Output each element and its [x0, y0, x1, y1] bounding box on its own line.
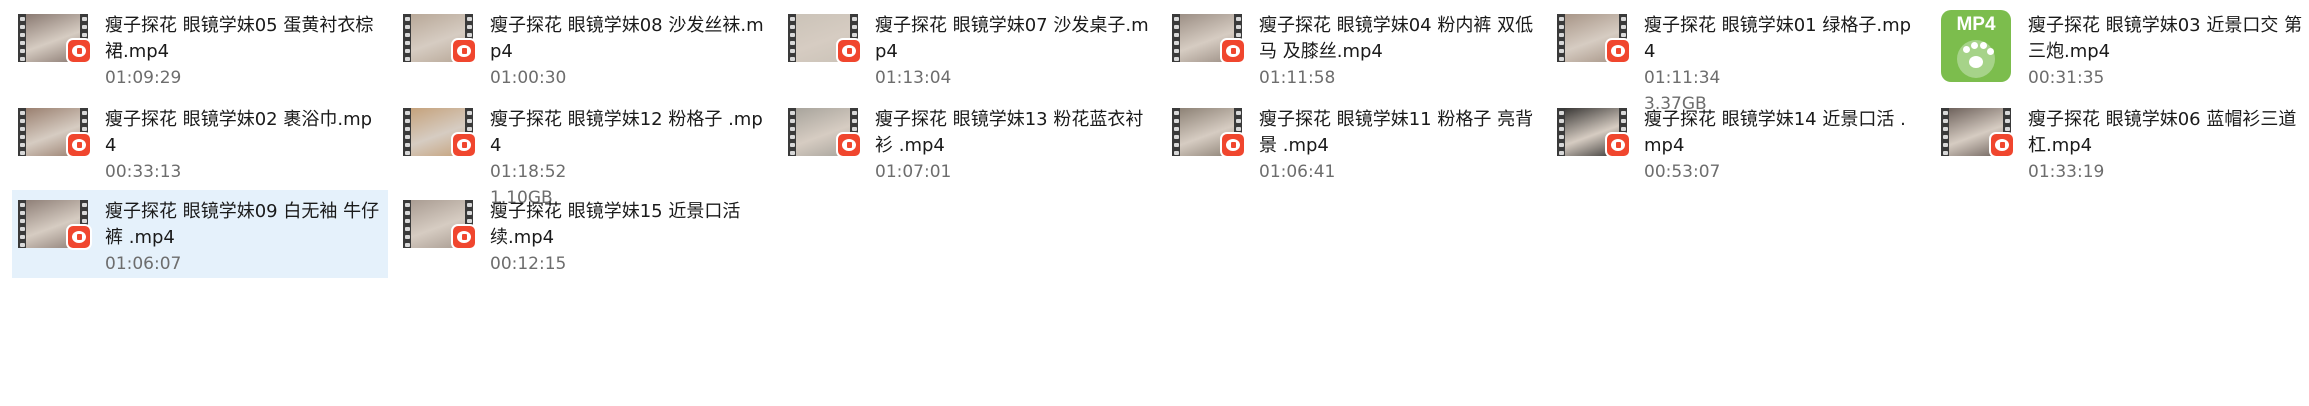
- file-item[interactable]: 瘦子探花 眼镜学妹15 近景口活 续.mp4 00:12:15: [397, 190, 773, 278]
- player-badge-icon: [451, 38, 477, 64]
- file-name: 瘦子探花 眼镜学妹12 粉格子 .mp4: [490, 109, 763, 156]
- file-name: 瘦子探花 眼镜学妹15 近景口活 续.mp4: [490, 201, 741, 248]
- file-item[interactable]: MP4 瘦子探花 眼镜学妹03 近景口交 第三炮.mp4 00:31:35: [1935, 4, 2309, 92]
- file-name: 瘦子探花 眼镜学妹14 近景口活 .mp4: [1644, 109, 1906, 156]
- file-item[interactable]: 瘦子探花 眼镜学妹04 粉内裤 双低马 及膝丝.mp4 01:11:58: [1166, 4, 1542, 92]
- player-badge-icon: [451, 132, 477, 158]
- file-duration: 01:11:58: [1259, 68, 1336, 88]
- file-item[interactable]: 瘦子探花 眼镜学妹02 裹浴巾.mp400:33:131.56GB: [12, 98, 388, 208]
- player-badge-icon: [1220, 132, 1246, 158]
- file-grid: 瘦子探花 眼镜学妹05 蛋黄衬衣棕裙.mp4 01:09:29 瘦子探花 眼镜学妹0…: [0, 0, 2309, 406]
- file-duration: 00:31:35: [2028, 68, 2105, 88]
- mp4-file-icon: MP4: [1941, 10, 2011, 82]
- file-duration: 00:12:15: [490, 254, 567, 274]
- file-item[interactable]: 瘦子探花 眼镜学妹14 近景口活 .mp4 00:53:07: [1551, 98, 1927, 186]
- player-badge-icon: [1220, 38, 1246, 64]
- file-name: 瘦子探花 眼镜学妹06 蓝帽衫三道杠.mp4: [2028, 109, 2297, 156]
- file-duration: 01:11:34: [1644, 68, 1721, 88]
- file-item[interactable]: 瘦子探花 眼镜学妹06 蓝帽衫三道杠.mp4 01:33:19: [1935, 98, 2309, 186]
- file-name: 瘦子探花 眼镜学妹13 粉花蓝衣衬衫 .mp4: [875, 109, 1144, 156]
- file-duration: 01:00:30: [490, 68, 567, 88]
- file-duration: 01:06:07: [105, 254, 182, 274]
- file-name: 瘦子探花 眼镜学妹09 白无袖 牛仔裤 .mp4: [105, 201, 380, 248]
- file-duration: 01:33:19: [2028, 162, 2105, 182]
- player-badge-icon: [836, 38, 862, 64]
- file-duration: 00:53:07: [1644, 162, 1721, 182]
- file-duration: 01:13:04: [875, 68, 952, 88]
- paw-icon: [1957, 40, 1995, 78]
- file-name: 瘦子探花 眼镜学妹11 粉格子 亮背景 .mp4: [1259, 109, 1534, 156]
- player-badge-icon: [1605, 132, 1631, 158]
- file-item[interactable]: 瘦子探花 眼镜学妹13 粉花蓝衣衬衫 .mp4 01:07:01: [782, 98, 1158, 186]
- file-name: 瘦子探花 眼镜学妹05 蛋黄衬衣棕裙.mp4: [105, 15, 374, 62]
- file-item[interactable]: 瘦子探花 眼镜学妹12 粉格子 .mp4 01:18:52 1.10GB: [397, 98, 773, 208]
- file-name: 瘦子探花 眼镜学妹01 绿格子.mp4: [1644, 15, 1912, 62]
- file-duration: 01:06:41: [1259, 162, 1336, 182]
- file-duration: 00:33:13: [105, 162, 182, 182]
- file-name: 瘦子探花 眼镜学妹07 沙发桌子.mp4: [875, 15, 1149, 62]
- file-name: 瘦子探花 眼镜学妹03 近景口交 第三炮.mp4: [2028, 15, 2303, 62]
- player-badge-icon: [66, 132, 92, 158]
- file-name: 瘦子探花 眼镜学妹04 粉内裤 双低马 及膝丝.mp4: [1259, 15, 1534, 62]
- file-name: 瘦子探花 眼镜学妹08 沙发丝袜.mp4: [490, 15, 764, 62]
- file-name: 瘦子探花 眼镜学妹02 裹浴巾.mp4: [105, 109, 373, 156]
- file-duration: 01:09:29: [105, 68, 182, 88]
- file-duration: 01:07:01: [875, 162, 952, 182]
- file-item[interactable]: 瘦子探花 眼镜学妹07 沙发桌子.mp4 01:13:04: [782, 4, 1158, 92]
- file-item[interactable]: 瘦子探花 眼镜学妹09 白无袖 牛仔裤 .mp4 01:06:07: [12, 190, 388, 278]
- player-badge-icon: [1605, 38, 1631, 64]
- file-duration: 01:18:52: [490, 162, 567, 182]
- player-badge-icon: [836, 132, 862, 158]
- mp4-icon-label: MP4: [1956, 14, 1996, 35]
- player-badge-icon: [66, 224, 92, 250]
- file-item[interactable]: 瘦子探花 眼镜学妹11 粉格子 亮背景 .mp4 01:06:41: [1166, 98, 1542, 186]
- file-item[interactable]: 瘦子探花 眼镜学妹08 沙发丝袜.mp4 01:00:30: [397, 4, 773, 92]
- player-badge-icon: [66, 38, 92, 64]
- file-item[interactable]: 瘦子探花 眼镜学妹05 蛋黄衬衣棕裙.mp4 01:09:29: [12, 4, 388, 92]
- player-badge-icon: [451, 224, 477, 250]
- file-item[interactable]: 瘦子探花 眼镜学妹01 绿格子.mp4 01:11:34 3.37GB: [1551, 4, 1927, 114]
- player-badge-icon: [1989, 132, 2015, 158]
